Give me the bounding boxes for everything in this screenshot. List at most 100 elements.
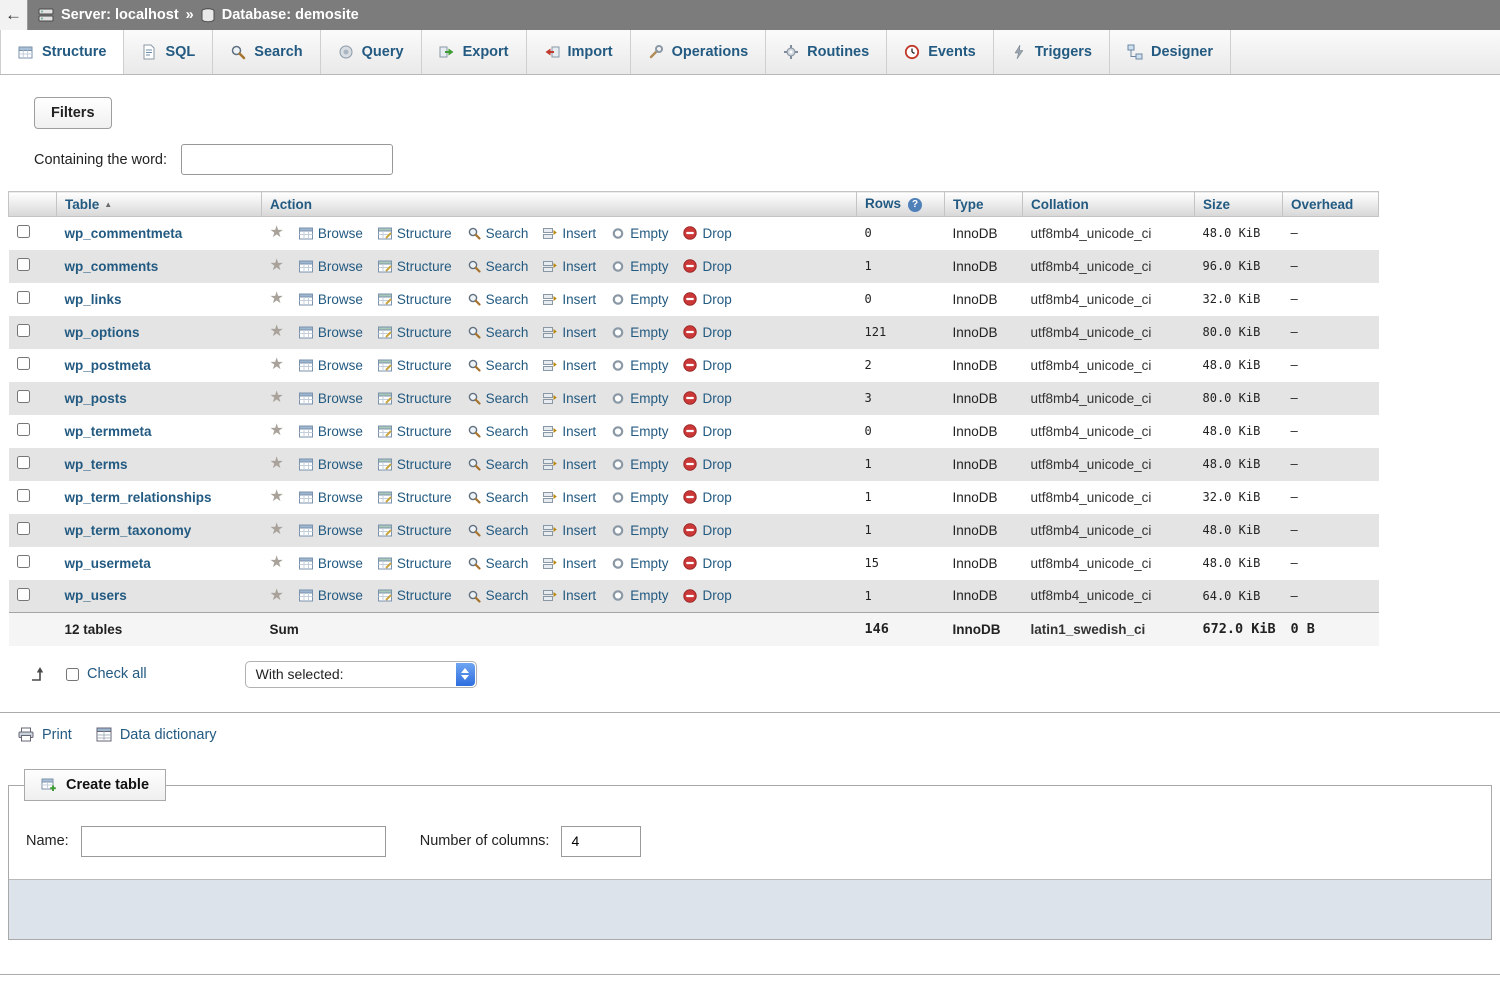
- browse-link[interactable]: Browse: [299, 523, 363, 538]
- breadcrumb-server-link[interactable]: Server: localhost: [61, 7, 179, 23]
- insert-link[interactable]: Insert: [543, 226, 596, 241]
- drop-link[interactable]: Drop: [683, 259, 731, 274]
- search-link[interactable]: Search: [467, 358, 529, 373]
- browse-link[interactable]: Browse: [299, 556, 363, 571]
- browse-link[interactable]: Browse: [299, 457, 363, 472]
- table-name-link[interactable]: wp_postmeta: [65, 358, 151, 373]
- favorite-star-icon[interactable]: ★: [270, 522, 284, 538]
- row-size[interactable]: 48.0 KiB: [1195, 547, 1283, 580]
- row-checkbox[interactable]: [17, 489, 30, 502]
- structure-link[interactable]: Structure: [378, 259, 452, 274]
- empty-link[interactable]: Empty: [611, 523, 668, 538]
- row-checkbox[interactable]: [17, 225, 30, 238]
- search-link[interactable]: Search: [467, 226, 529, 241]
- back-button[interactable]: ←: [0, 0, 28, 30]
- row-size[interactable]: 64.0 KiB: [1195, 580, 1283, 613]
- tab-sql[interactable]: SQL: [124, 30, 213, 74]
- row-checkbox[interactable]: [17, 291, 30, 304]
- search-link[interactable]: Search: [467, 588, 529, 603]
- empty-link[interactable]: Empty: [611, 292, 668, 307]
- insert-link[interactable]: Insert: [543, 292, 596, 307]
- row-checkbox[interactable]: [17, 588, 30, 601]
- search-link[interactable]: Search: [467, 292, 529, 307]
- drop-link[interactable]: Drop: [683, 588, 731, 603]
- favorite-star-icon[interactable]: ★: [270, 456, 284, 472]
- table-name-link[interactable]: wp_term_relationships: [65, 490, 212, 505]
- browse-link[interactable]: Browse: [299, 358, 363, 373]
- structure-link[interactable]: Structure: [378, 556, 452, 571]
- search-link[interactable]: Search: [467, 523, 529, 538]
- structure-link[interactable]: Structure: [378, 523, 452, 538]
- row-checkbox[interactable]: [17, 357, 30, 370]
- empty-link[interactable]: Empty: [611, 259, 668, 274]
- drop-link[interactable]: Drop: [683, 556, 731, 571]
- browse-link[interactable]: Browse: [299, 226, 363, 241]
- favorite-star-icon[interactable]: ★: [270, 324, 284, 340]
- favorite-star-icon[interactable]: ★: [270, 555, 284, 571]
- empty-link[interactable]: Empty: [611, 325, 668, 340]
- search-link[interactable]: Search: [467, 490, 529, 505]
- row-size[interactable]: 48.0 KiB: [1195, 448, 1283, 481]
- row-size[interactable]: 96.0 KiB: [1195, 250, 1283, 283]
- structure-link[interactable]: Structure: [378, 226, 452, 241]
- data-dictionary-link[interactable]: Data dictionary: [96, 727, 217, 743]
- containing-word-input[interactable]: [181, 144, 393, 175]
- drop-link[interactable]: Drop: [683, 292, 731, 307]
- table-name-link[interactable]: wp_terms: [65, 457, 128, 472]
- browse-link[interactable]: Browse: [299, 325, 363, 340]
- tab-import[interactable]: Import: [527, 30, 631, 74]
- tab-designer[interactable]: Designer: [1110, 30, 1231, 74]
- table-name-link[interactable]: wp_users: [65, 588, 127, 603]
- empty-link[interactable]: Empty: [611, 358, 668, 373]
- drop-link[interactable]: Drop: [683, 424, 731, 439]
- table-name-link[interactable]: wp_termmeta: [65, 424, 152, 439]
- columns-count-input[interactable]: [561, 826, 641, 857]
- column-header-collation[interactable]: Collation: [1023, 192, 1195, 217]
- empty-link[interactable]: Empty: [611, 556, 668, 571]
- search-link[interactable]: Search: [467, 424, 529, 439]
- row-size[interactable]: 48.0 KiB: [1195, 514, 1283, 547]
- search-link[interactable]: Search: [467, 391, 529, 406]
- structure-link[interactable]: Structure: [378, 358, 452, 373]
- rows-help-icon[interactable]: ?: [908, 198, 922, 212]
- tab-search[interactable]: Search: [213, 30, 320, 74]
- browse-link[interactable]: Browse: [299, 424, 363, 439]
- column-header-table[interactable]: Table▲: [57, 192, 262, 217]
- insert-link[interactable]: Insert: [543, 358, 596, 373]
- column-header-size[interactable]: Size: [1195, 192, 1283, 217]
- structure-link[interactable]: Structure: [378, 457, 452, 472]
- structure-link[interactable]: Structure: [378, 588, 452, 603]
- row-checkbox[interactable]: [17, 456, 30, 469]
- favorite-star-icon[interactable]: ★: [270, 225, 284, 241]
- row-checkbox[interactable]: [17, 324, 30, 337]
- favorite-star-icon[interactable]: ★: [270, 258, 284, 274]
- column-header-rows[interactable]: Rows?: [857, 192, 945, 217]
- tab-export[interactable]: Export: [422, 30, 527, 74]
- structure-link[interactable]: Structure: [378, 424, 452, 439]
- search-link[interactable]: Search: [467, 457, 529, 472]
- row-checkbox[interactable]: [17, 258, 30, 271]
- tab-operations[interactable]: Operations: [631, 30, 767, 74]
- column-header-overhead[interactable]: Overhead: [1283, 192, 1379, 217]
- structure-link[interactable]: Structure: [378, 490, 452, 505]
- drop-link[interactable]: Drop: [683, 226, 731, 241]
- row-size[interactable]: 48.0 KiB: [1195, 415, 1283, 448]
- row-checkbox[interactable]: [17, 423, 30, 436]
- browse-link[interactable]: Browse: [299, 259, 363, 274]
- empty-link[interactable]: Empty: [611, 391, 668, 406]
- favorite-star-icon[interactable]: ★: [270, 390, 284, 406]
- drop-link[interactable]: Drop: [683, 523, 731, 538]
- table-name-link[interactable]: wp_options: [65, 325, 140, 340]
- row-size[interactable]: 48.0 KiB: [1195, 349, 1283, 382]
- favorite-star-icon[interactable]: ★: [270, 588, 284, 604]
- drop-link[interactable]: Drop: [683, 490, 731, 505]
- table-name-link[interactable]: wp_usermeta: [65, 556, 151, 571]
- table-name-link[interactable]: wp_term_taxonomy: [65, 523, 192, 538]
- insert-link[interactable]: Insert: [543, 588, 596, 603]
- tab-events[interactable]: Events: [887, 30, 994, 74]
- print-link[interactable]: Print: [18, 727, 72, 743]
- column-header-type[interactable]: Type: [945, 192, 1023, 217]
- row-size[interactable]: 48.0 KiB: [1195, 217, 1283, 250]
- tab-triggers[interactable]: Triggers: [994, 30, 1110, 74]
- favorite-star-icon[interactable]: ★: [270, 291, 284, 307]
